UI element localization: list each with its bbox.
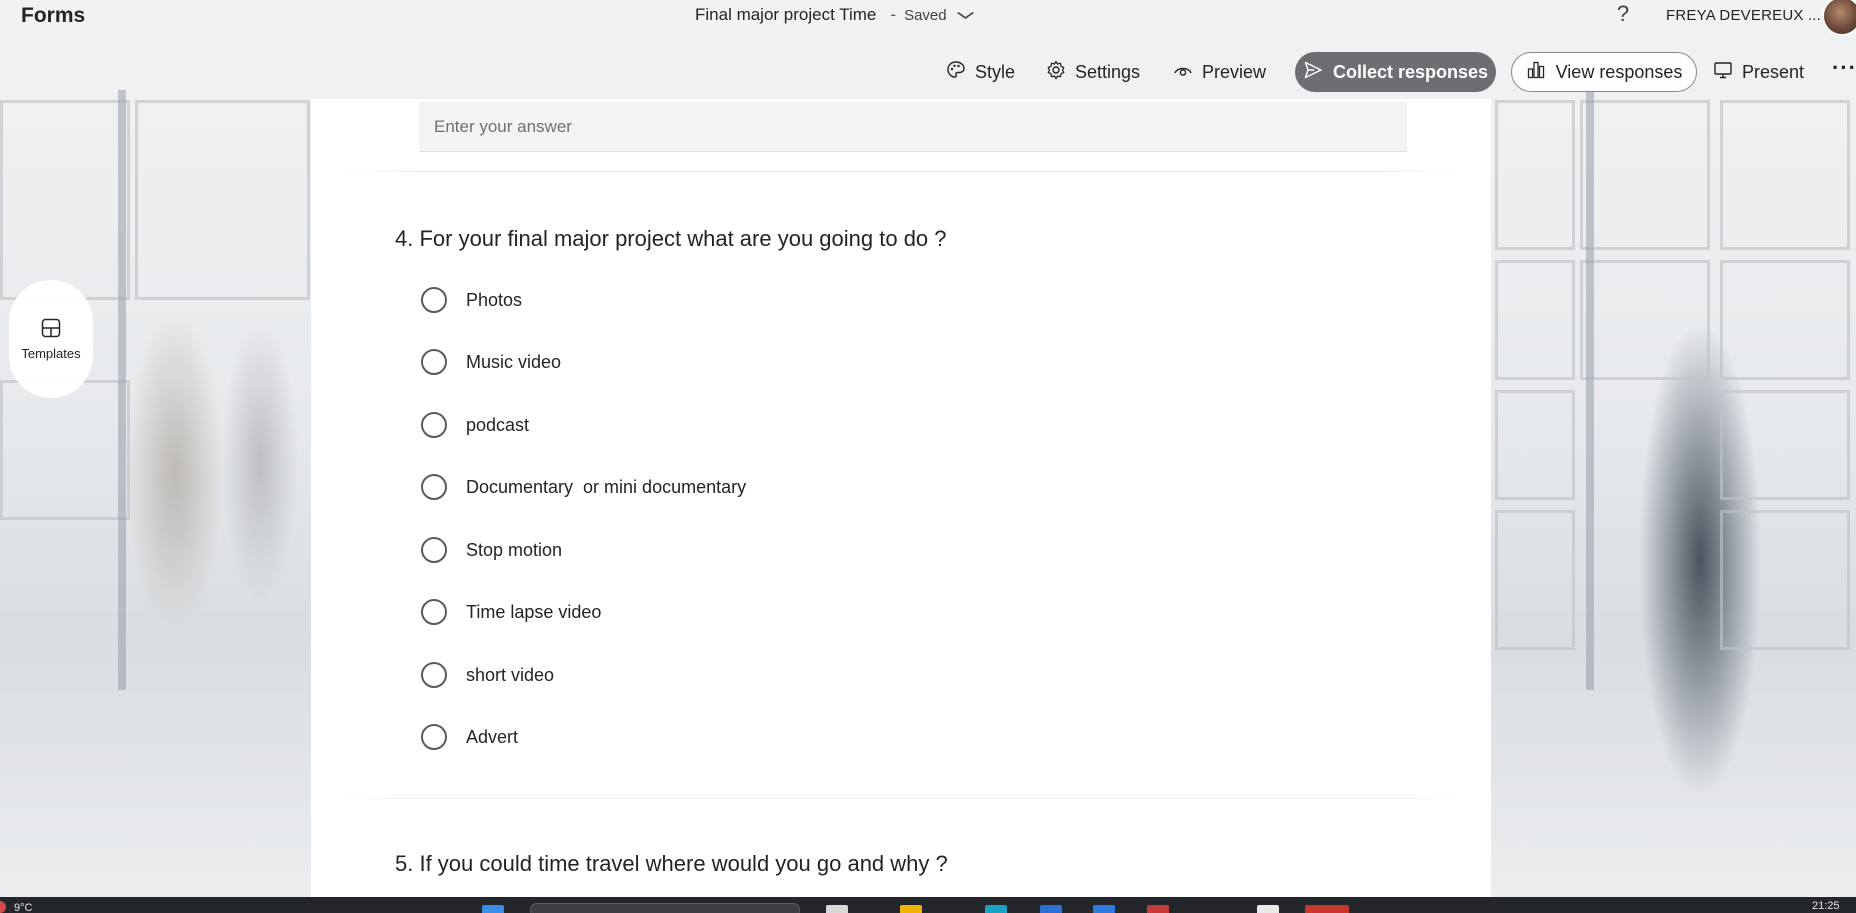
user-name[interactable]: FREYA DEVEREUX ... xyxy=(1666,7,1821,24)
taskbar-app-icon[interactable] xyxy=(900,905,922,913)
choice-label: podcast xyxy=(466,414,530,435)
collect-responses-label: Collect responses xyxy=(1332,61,1489,82)
radio-button[interactable] xyxy=(421,412,447,438)
style-button[interactable]: Style xyxy=(946,56,1015,88)
present-label: Present xyxy=(1742,61,1805,82)
more-options-button[interactable]: ··· xyxy=(1832,55,1856,81)
section-divider xyxy=(331,171,1471,172)
document-title[interactable]: Final major project Time xyxy=(695,5,876,25)
choice-label: Stop motion xyxy=(466,539,563,560)
preview-button[interactable]: Preview xyxy=(1173,56,1266,88)
bar-chart-icon xyxy=(1526,60,1546,85)
settings-label: Settings xyxy=(1075,61,1141,82)
taskbar-app-icon[interactable] xyxy=(1257,905,1279,913)
grid-layout-icon xyxy=(40,317,62,342)
view-responses-label: View responses xyxy=(1555,61,1683,82)
weather-text[interactable]: 9°C xyxy=(14,902,32,913)
radio-button[interactable] xyxy=(421,537,447,563)
radio-button[interactable] xyxy=(421,474,447,500)
clock[interactable]: 21:25 xyxy=(1812,900,1840,912)
collect-responses-button[interactable]: Collect responses xyxy=(1295,52,1496,92)
radio-button[interactable] xyxy=(421,287,447,313)
choice-label: Photos xyxy=(466,289,523,310)
choice-option[interactable]: Music video xyxy=(421,345,561,379)
app-name[interactable]: Forms xyxy=(21,4,85,28)
monitor-icon xyxy=(1713,60,1733,85)
choice-option[interactable]: Advert xyxy=(421,720,518,754)
templates-label: Templates xyxy=(21,346,81,361)
radio-button[interactable] xyxy=(421,349,447,375)
choice-option[interactable]: Time lapse video xyxy=(421,595,601,629)
save-status: Saved xyxy=(904,6,947,24)
radio-button[interactable] xyxy=(421,724,447,750)
start-icon[interactable] xyxy=(482,905,504,913)
taskbar-app-icon[interactable] xyxy=(826,905,848,913)
choice-option[interactable]: Photos xyxy=(421,283,522,317)
choice-label: Time lapse video xyxy=(466,601,602,622)
taskbar-app-icon[interactable] xyxy=(1147,905,1169,913)
question-4-title: 4. For your final major project what are… xyxy=(395,226,947,251)
taskbar: 9°C 21:25 xyxy=(0,897,1856,913)
templates-button[interactable]: Templates xyxy=(9,280,93,398)
taskbar-app-icon[interactable] xyxy=(985,905,1007,913)
taskbar-app-icon[interactable] xyxy=(1305,905,1349,913)
taskbar-app-icon[interactable] xyxy=(1093,905,1115,913)
choice-option[interactable]: short video xyxy=(421,658,554,692)
choice-option[interactable]: podcast xyxy=(421,408,529,442)
form-card: 4. For your final major project what are… xyxy=(311,99,1491,899)
choice-label: short video xyxy=(466,664,555,685)
gear-icon xyxy=(1046,60,1066,85)
choice-option[interactable]: Documentary or mini documentary xyxy=(421,470,746,504)
taskbar-search-box[interactable] xyxy=(530,903,800,913)
weather-icon[interactable] xyxy=(0,901,6,913)
radio-button[interactable] xyxy=(421,662,447,688)
send-icon xyxy=(1303,60,1323,85)
choice-label: Documentary or mini documentary xyxy=(466,476,747,497)
chevron-down-icon[interactable] xyxy=(956,8,974,23)
present-button[interactable]: Present xyxy=(1713,56,1804,88)
document-title-group[interactable]: Final major project Time - Saved xyxy=(695,5,974,25)
style-label: Style xyxy=(975,61,1016,82)
section-divider xyxy=(331,798,1471,799)
palette-icon xyxy=(946,60,966,85)
answer-input[interactable] xyxy=(419,102,1407,152)
eye-icon xyxy=(1173,60,1193,85)
choice-label: Music video xyxy=(466,351,562,372)
radio-button[interactable] xyxy=(421,599,447,625)
choice-label: Advert xyxy=(466,726,519,747)
preview-label: Preview xyxy=(1202,61,1267,82)
title-separator: - xyxy=(890,5,897,24)
help-button[interactable]: ? xyxy=(1612,1,1634,27)
settings-button[interactable]: Settings xyxy=(1046,56,1140,88)
view-responses-button[interactable]: View responses xyxy=(1511,52,1697,92)
choice-option[interactable]: Stop motion xyxy=(421,533,562,567)
top-bar: Forms Final major project Time - Saved ?… xyxy=(0,0,1856,36)
taskbar-app-icon[interactable] xyxy=(1040,905,1062,913)
question-5-title: 5. If you could time travel where would … xyxy=(395,851,948,876)
